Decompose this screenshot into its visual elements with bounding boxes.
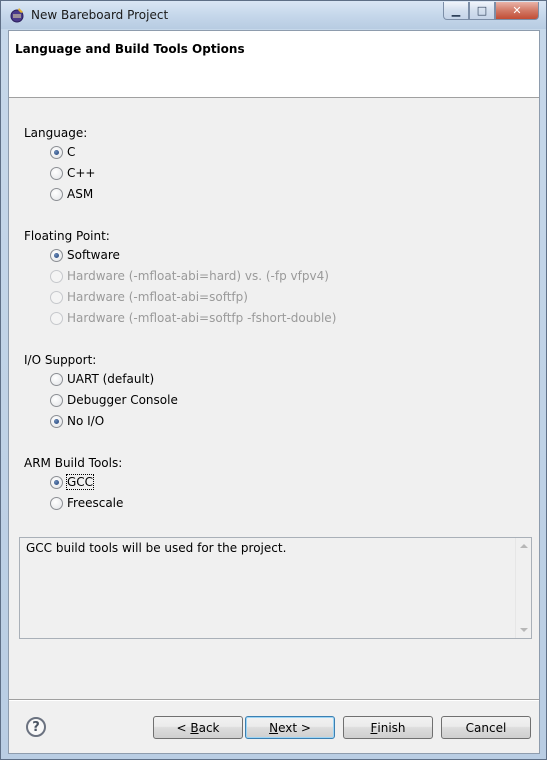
vertical-scrollbar[interactable] xyxy=(515,538,531,638)
radio-fp-hardware-short-double: Hardware (-mfloat-abi=softfp -fshort-dou… xyxy=(50,310,336,326)
io-support-label: I/O Support: xyxy=(24,353,97,367)
radio-language-asm[interactable]: ASM xyxy=(50,186,93,202)
back-button-rest: ack xyxy=(198,720,220,735)
radio-button xyxy=(50,311,63,325)
title-bar[interactable]: New Bareboard Project ▁ □ ✕ xyxy=(1,1,546,29)
dialog-client-area: Language and Build Tools Options Languag… xyxy=(8,30,540,754)
radio-io-uart[interactable]: UART (default) xyxy=(50,371,154,387)
language-label: Language: xyxy=(24,126,88,140)
back-button-mnemonic: B xyxy=(190,720,199,735)
description-box[interactable]: GCC build tools will be used for the pro… xyxy=(19,537,532,639)
radio-fp-hardware-softfp: Hardware (-mfloat-abi=softfp) xyxy=(50,289,248,305)
radio-label: Hardware (-mfloat-abi=softfp -fshort-dou… xyxy=(67,311,337,325)
finish-button-mnemonic: F xyxy=(370,720,378,735)
eclipse-wizard-icon xyxy=(10,8,24,23)
radio-label: Hardware (-mfloat-abi=hard) vs. (-fp vfp… xyxy=(67,269,329,283)
radio-label: Software xyxy=(67,248,120,262)
maximize-icon: □ xyxy=(476,4,488,17)
radio-language-c[interactable]: C xyxy=(50,144,75,160)
radio-button[interactable] xyxy=(50,248,63,262)
cancel-button[interactable]: Cancel xyxy=(441,716,531,739)
radio-label: Debugger Console xyxy=(67,393,178,407)
radio-button[interactable] xyxy=(50,372,63,386)
wizard-header: Language and Build Tools Options xyxy=(9,31,539,98)
radio-build-gcc[interactable]: GCC xyxy=(50,474,95,490)
page-title: Language and Build Tools Options xyxy=(15,42,245,56)
button-bar-separator xyxy=(9,699,539,701)
radio-label: Hardware (-mfloat-abi=softfp) xyxy=(67,290,248,304)
radio-label: GCC xyxy=(65,474,95,490)
radio-label: ASM xyxy=(67,187,94,201)
scroll-down-arrow-icon[interactable] xyxy=(520,628,528,632)
radio-button[interactable] xyxy=(50,166,63,180)
radio-button xyxy=(50,269,63,283)
radio-build-freescale[interactable]: Freescale xyxy=(50,495,123,511)
minimize-button[interactable]: ▁ xyxy=(443,2,469,20)
radio-button[interactable] xyxy=(50,414,63,428)
floating-point-label: Floating Point: xyxy=(24,229,110,243)
finish-button-rest: inish xyxy=(377,720,406,735)
back-button[interactable]: < Back xyxy=(153,716,243,739)
next-button-rest: ext > xyxy=(278,720,311,735)
radio-io-debugger-console[interactable]: Debugger Console xyxy=(50,392,178,408)
back-button-prefix: < xyxy=(176,720,191,735)
radio-label: No I/O xyxy=(67,414,105,428)
radio-button[interactable] xyxy=(50,187,63,201)
build-tools-label: ARM Build Tools: xyxy=(24,456,123,470)
radio-button[interactable] xyxy=(50,496,63,510)
radio-label: Freescale xyxy=(67,496,124,510)
radio-language-cpp[interactable]: C++ xyxy=(50,165,96,181)
radio-fp-software[interactable]: Software xyxy=(50,247,120,263)
finish-button[interactable]: Finish xyxy=(343,716,433,739)
description-text: GCC build tools will be used for the pro… xyxy=(26,541,287,555)
help-icon[interactable]: ? xyxy=(26,717,46,737)
next-button-mnemonic: N xyxy=(269,720,279,735)
window-controls: ▁ □ ✕ xyxy=(443,2,539,21)
scroll-up-arrow-icon[interactable] xyxy=(520,544,528,548)
radio-io-none[interactable]: No I/O xyxy=(50,413,104,429)
radio-button[interactable] xyxy=(50,145,63,159)
minimize-icon: ▁ xyxy=(451,4,461,17)
window-title: New Bareboard Project xyxy=(31,8,169,22)
next-button[interactable]: Next > xyxy=(245,716,335,739)
radio-label: UART (default) xyxy=(67,372,155,386)
radio-label: C xyxy=(67,145,76,159)
radio-button xyxy=(50,290,63,304)
maximize-button[interactable]: □ xyxy=(469,2,495,20)
dialog-window: New Bareboard Project ▁ □ ✕ Language and… xyxy=(0,0,547,760)
close-icon: ✕ xyxy=(512,4,522,17)
radio-button[interactable] xyxy=(50,393,63,407)
radio-button[interactable] xyxy=(50,475,63,489)
radio-label: C++ xyxy=(67,166,96,180)
close-button[interactable]: ✕ xyxy=(495,2,539,20)
radio-fp-hardware-hard: Hardware (-mfloat-abi=hard) vs. (-fp vfp… xyxy=(50,268,329,284)
